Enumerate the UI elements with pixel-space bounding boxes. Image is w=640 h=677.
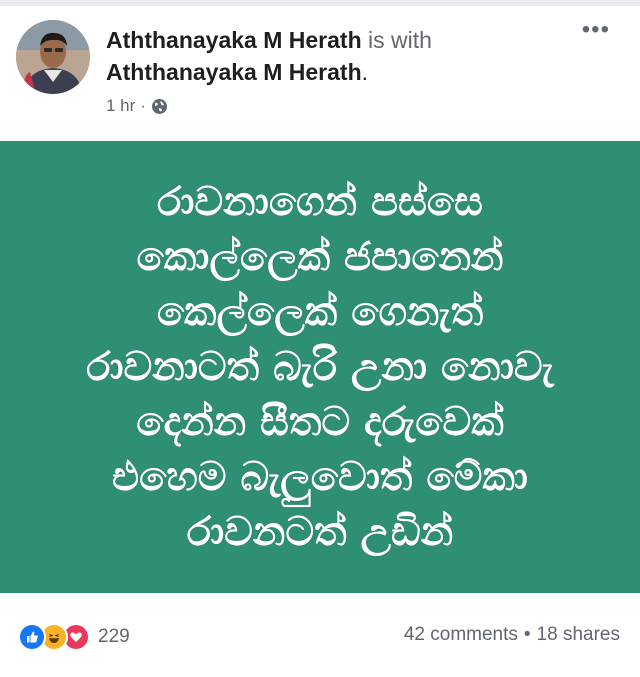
post-meta: 1 hr ·	[106, 96, 168, 116]
globe-icon[interactable]	[151, 98, 168, 115]
post-content-background: රාවනාගෙන් පස්සෙ කොල්ලෙක් ජපානෙන් කෙල්ලෙක…	[0, 141, 640, 593]
author-name[interactable]: Aththanayaka M Herath	[106, 27, 362, 53]
reactions-summary[interactable]: 229	[18, 623, 130, 651]
with-text: is with	[368, 27, 432, 53]
post-attribution: Aththanayaka M Herath is with Aththanaya…	[106, 24, 546, 88]
post-footer: 229 42 comments • 18 shares	[0, 595, 640, 677]
comments-count[interactable]: 42 comments	[404, 624, 518, 645]
meta-separator: ·	[140, 96, 146, 115]
post-text: රාවනාගෙන් පස්සෙ කොල්ලෙක් ජපානෙන් කෙල්ලෙක…	[40, 175, 600, 560]
shares-count[interactable]: 18 shares	[537, 624, 620, 645]
author-avatar[interactable]	[16, 20, 90, 94]
post-line: දෙන්න සීතට දරුවෙක්	[136, 398, 504, 445]
post-line: රාවනාගෙන් පස්සෙ	[157, 178, 483, 225]
post-timestamp[interactable]: 1 hr	[106, 96, 135, 116]
post-line: එහෙම බැලුවොත් මේකා	[112, 453, 528, 500]
like-icon[interactable]	[18, 623, 46, 651]
engagement-stats: 42 comments • 18 shares	[404, 624, 620, 646]
post-line: කෙල්ලෙක් ගෙනැත්	[156, 288, 484, 335]
more-options-icon[interactable]: •••	[582, 18, 610, 42]
reaction-count[interactable]: 229	[98, 626, 130, 648]
tagged-suffix: .	[361, 59, 369, 85]
tagged-name[interactable]: Aththanayaka M Herath	[106, 59, 362, 85]
post-line: කොල්ලෙක් ජපානෙන්	[136, 233, 504, 280]
post-line: රාවනාටත් බැරි උනා නොවැ	[86, 343, 554, 390]
stats-separator: •	[523, 624, 531, 645]
post-header: Aththanayaka M Herath is with Aththanaya…	[0, 6, 640, 138]
post-line: රාවනටත් උඩින්	[186, 508, 454, 555]
